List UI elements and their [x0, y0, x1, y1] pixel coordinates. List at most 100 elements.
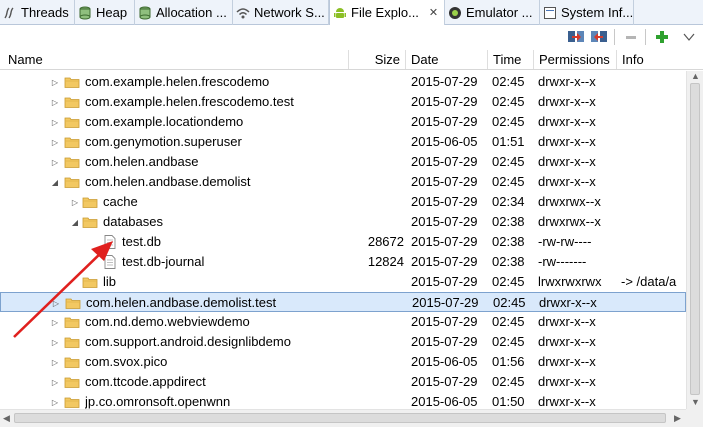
scroll-left-arrow-icon[interactable]: ◀	[3, 414, 10, 423]
system-info-icon	[543, 6, 557, 20]
row-permissions: drwxr-x--x	[538, 314, 596, 329]
column-header-date[interactable]: Date	[406, 50, 488, 69]
row-permissions: drwxr-x--x	[538, 374, 596, 389]
row-size	[349, 312, 404, 332]
table-row[interactable]: ▷ com.support.android.designlibdemo 2015-0…	[0, 332, 686, 352]
tab-heap[interactable]: Heap	[75, 0, 135, 25]
expand-arrow-right-icon[interactable]: ▷	[50, 293, 62, 313]
row-date: 2015-07-29	[411, 214, 478, 229]
row-info	[621, 72, 686, 92]
expand-arrow-right-icon[interactable]: ▷	[49, 72, 61, 92]
expand-arrow-down-icon[interactable]: ◢	[49, 172, 61, 192]
table-row[interactable]: ◢ databases 2015-07-29 02:38 drwxrwx--x	[0, 212, 686, 232]
column-header-info[interactable]: Info	[617, 50, 686, 69]
table-row[interactable]: ▷ com.nd.demo.webviewdemo 2015-07-29 02:45 d…	[0, 312, 686, 332]
row-permissions: drwxr-x--x	[538, 334, 596, 349]
row-time: 02:45	[492, 314, 525, 329]
row-size	[349, 352, 404, 372]
tab-allocation[interactable]: Allocation ...	[135, 0, 233, 25]
table-row[interactable]: test.db 28672 2015-07-29 02:38 -rw-rw----	[0, 232, 686, 252]
column-header-time[interactable]: Time	[488, 50, 534, 69]
row-date: 2015-07-29	[411, 174, 478, 189]
row-permissions: -rw-rw----	[538, 234, 592, 249]
column-header-permissions[interactable]: Permissions	[534, 50, 617, 69]
row-permissions: drwxrwx--x	[538, 194, 601, 209]
row-size	[349, 172, 404, 192]
table-row[interactable]: test.db-journal 12824 2015-07-29 02:38 -rw--…	[0, 252, 686, 272]
row-time: 01:51	[492, 134, 525, 149]
table-row[interactable]: ▷ com.example.locationdemo 2015-07-29 02:45…	[0, 112, 686, 132]
table-row[interactable]: ◢ com.helen.andbase.demolist 2015-07-29 02:…	[0, 172, 686, 192]
expand-arrow-right-icon[interactable]: ▷	[49, 392, 61, 409]
expand-arrow-right-icon[interactable]: ▷	[49, 112, 61, 132]
table-row[interactable]: ▷ com.genymotion.superuser 2015-06-05 01:51…	[0, 132, 686, 152]
expand-arrow-right-icon[interactable]: ▷	[49, 332, 61, 352]
row-size	[349, 272, 404, 292]
tab-label: Network S...	[254, 5, 325, 20]
row-name: com.example.locationdemo	[85, 114, 244, 129]
table-row[interactable]: ▷ com.example.helen.frescodemo.test 2015-0…	[0, 92, 686, 112]
row-info	[621, 172, 686, 192]
row-info	[621, 92, 686, 112]
folder-icon	[82, 195, 98, 209]
row-name: jp.co.omronsoft.openwnn	[85, 394, 231, 409]
row-info	[621, 252, 686, 272]
row-size	[349, 392, 404, 409]
new-folder-icon[interactable]	[653, 28, 671, 46]
vertical-scrollbar[interactable]: ▲ ▼	[686, 71, 703, 409]
horizontal-scroll-thumb[interactable]	[14, 413, 666, 423]
expand-arrow-right-icon[interactable]: ▷	[49, 132, 61, 152]
row-permissions: drwxr-x--x	[538, 354, 596, 369]
tab-android[interactable]: File Explo... ✕	[329, 0, 445, 25]
column-header-name[interactable]: Name	[3, 50, 349, 69]
expand-arrow-down-icon[interactable]: ◢	[69, 212, 81, 232]
push-file-icon[interactable]	[590, 28, 608, 46]
file-icon	[102, 235, 118, 249]
scroll-right-arrow-icon[interactable]: ▶	[674, 414, 681, 423]
tab-system-info[interactable]: System Inf...	[540, 0, 634, 25]
table-row[interactable]: ▷ com.ttcode.appdirect 2015-07-29 02:45 drwx…	[0, 372, 686, 392]
row-date: 2015-06-05	[411, 394, 478, 409]
pull-file-icon[interactable]	[567, 28, 585, 46]
expand-arrow-right-icon[interactable]: ▷	[49, 312, 61, 332]
row-info	[621, 312, 686, 332]
delete-icon[interactable]	[622, 28, 640, 46]
view-menu-chevron-icon[interactable]	[682, 28, 696, 46]
expand-arrow-right-icon[interactable]: ▷	[49, 372, 61, 392]
tab-network[interactable]: Network S...	[233, 0, 329, 25]
row-time: 02:45	[492, 94, 525, 109]
table-row[interactable]: ▷ com.example.helen.frescodemo 2015-07-29 0…	[0, 72, 686, 92]
expand-arrow-right-icon[interactable]: ▷	[49, 92, 61, 112]
row-date: 2015-07-29	[411, 194, 478, 209]
table-row[interactable]: ▷ cache 2015-07-29 02:34 drwxrwx--x	[0, 192, 686, 212]
folder-icon	[64, 115, 80, 129]
row-date: 2015-07-29	[411, 234, 478, 249]
horizontal-scrollbar[interactable]: ◀ ▶	[0, 409, 686, 427]
expand-arrow-right-icon[interactable]: ▷	[69, 192, 81, 212]
scroll-down-arrow-icon[interactable]: ▼	[691, 398, 700, 407]
table-row[interactable]: ▷ jp.co.omronsoft.openwnn 2015-06-05 01:50 d…	[0, 392, 686, 409]
expand-arrow-right-icon[interactable]: ▷	[49, 352, 61, 372]
tab-emulator[interactable]: Emulator ...	[445, 0, 540, 25]
tab-threads[interactable]: Threads	[0, 0, 75, 25]
row-size	[349, 192, 404, 212]
scroll-up-arrow-icon[interactable]: ▲	[691, 72, 700, 81]
row-size	[350, 293, 405, 313]
row-name: com.example.helen.frescodemo	[85, 74, 270, 89]
close-tab-icon[interactable]: ✕	[429, 6, 438, 19]
vertical-scroll-thumb[interactable]	[690, 83, 700, 395]
row-time: 02:45	[492, 274, 525, 289]
table-row[interactable]: ▷ com.helen.andbase 2015-07-29 02:45 drwxr-x…	[0, 152, 686, 172]
folder-icon	[64, 355, 80, 369]
table-row[interactable]: lib 2015-07-29 02:45 lrwxrwxrwx -> /data/a	[0, 272, 686, 292]
row-time: 02:38	[492, 214, 525, 229]
column-header-size[interactable]: Size	[349, 50, 406, 69]
expand-arrow-right-icon[interactable]: ▷	[49, 152, 61, 172]
table-row[interactable]: ▷ com.svox.pico 2015-06-05 01:56 drwxr-x--x	[0, 352, 686, 372]
table-row[interactable]: ▷ com.helen.andbase.demolist.test 2015-07-…	[0, 292, 686, 312]
row-time: 02:45	[492, 174, 525, 189]
row-permissions: drwxr-x--x	[538, 394, 596, 409]
row-date: 2015-07-29	[411, 74, 478, 89]
row-time: 02:45	[492, 334, 525, 349]
row-info	[621, 112, 686, 132]
